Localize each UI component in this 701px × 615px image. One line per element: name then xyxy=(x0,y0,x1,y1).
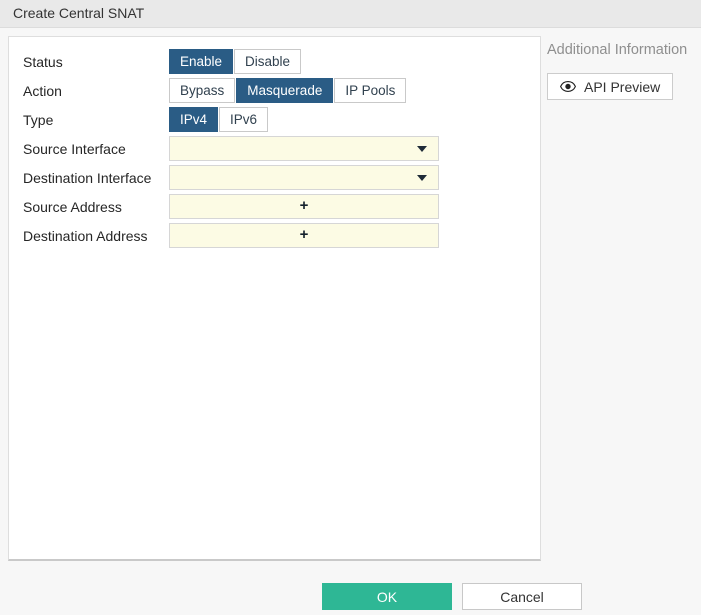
destination-address-field[interactable]: + xyxy=(169,223,439,248)
status-option-enable[interactable]: Enable xyxy=(169,49,234,74)
chevron-down-icon xyxy=(417,146,427,152)
action-label: Action xyxy=(23,82,62,99)
api-preview-button[interactable]: API Preview xyxy=(547,73,674,100)
status-option-disable[interactable]: Disable xyxy=(234,49,302,74)
form-row-destination-address: Destination Address + xyxy=(9,223,540,248)
action-option-masquerade[interactable]: Masquerade xyxy=(236,78,334,103)
action-option-ip-pools[interactable]: IP Pools xyxy=(334,78,407,103)
dialog-footer: OK Cancel xyxy=(322,583,582,610)
add-icon: + xyxy=(299,226,309,243)
type-option-ipv6[interactable]: IPv6 xyxy=(219,107,269,132)
status-label: Status xyxy=(23,53,63,70)
type-option-ipv4[interactable]: IPv4 xyxy=(169,107,219,132)
chevron-down-icon xyxy=(417,175,427,181)
snat-form-panel: Status Enable Disable Action Bypass Masq… xyxy=(8,36,541,561)
form-row-action: Action Bypass Masquerade IP Pools xyxy=(9,78,540,103)
additional-info-heading: Additional Information xyxy=(547,42,688,58)
eye-icon xyxy=(560,81,576,92)
form-row-destination-interface: Destination Interface xyxy=(9,165,540,190)
cancel-button[interactable]: Cancel xyxy=(462,583,582,610)
add-icon: + xyxy=(299,197,309,214)
ok-button[interactable]: OK xyxy=(322,583,452,610)
form-row-status: Status Enable Disable xyxy=(9,49,540,74)
destination-interface-dropdown[interactable] xyxy=(169,165,439,190)
api-preview-label: API Preview xyxy=(584,78,661,95)
destination-interface-label: Destination Interface xyxy=(23,169,152,186)
source-interface-label: Source Interface xyxy=(23,140,126,157)
type-label: Type xyxy=(23,111,54,128)
dialog-titlebar: Create Central SNAT xyxy=(0,0,701,28)
dialog-title: Create Central SNAT xyxy=(13,5,145,21)
action-toggle-group: Bypass Masquerade IP Pools xyxy=(169,78,407,103)
destination-address-label: Destination Address xyxy=(23,227,148,244)
form-row-source-interface: Source Interface xyxy=(9,136,540,161)
additional-info-section: Additional Information API Preview xyxy=(547,42,687,100)
source-address-field[interactable]: + xyxy=(169,194,439,219)
form-row-type: Type IPv4 IPv6 xyxy=(9,107,540,132)
action-option-bypass[interactable]: Bypass xyxy=(169,78,236,103)
type-toggle-group: IPv4 IPv6 xyxy=(169,107,269,132)
source-address-label: Source Address xyxy=(23,198,122,215)
form-row-source-address: Source Address + xyxy=(9,194,540,219)
source-interface-dropdown[interactable] xyxy=(169,136,439,161)
status-toggle-group: Enable Disable xyxy=(169,49,302,74)
